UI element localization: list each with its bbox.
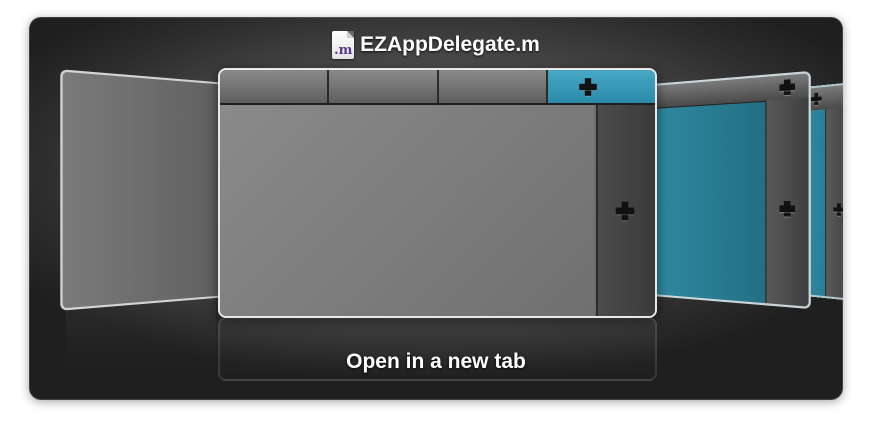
file-icon-ext: .m [334, 43, 353, 58]
preview-sidebar [596, 105, 655, 316]
option-open-in-assistant[interactable] [652, 70, 811, 310]
option-open-in-new-tab[interactable] [218, 68, 657, 318]
option-open-in-new-window[interactable] [60, 69, 240, 311]
option-caption: Open in a new tab [346, 350, 526, 373]
plus-icon [780, 79, 795, 96]
preview-tab [220, 70, 330, 103]
preview-editor-area [220, 105, 594, 316]
far-right-tabbar [805, 81, 843, 111]
plus-icon [578, 78, 597, 96]
preview-tab [438, 70, 548, 103]
far-right-sidebar [825, 107, 843, 299]
plus-icon [615, 201, 635, 221]
objc-source-file-icon: .m [332, 31, 355, 59]
preview-tabbar [220, 70, 655, 105]
tab-switcher-panel: .m EZAppDelegate.m Open in a new tab [29, 17, 843, 400]
plus-icon [811, 92, 822, 105]
side-right-sidebar [765, 98, 809, 307]
file-header: .m EZAppDelegate.m [29, 29, 843, 61]
plus-icon [780, 201, 795, 217]
preview-tab [329, 70, 439, 103]
preview-tab-new [547, 70, 655, 103]
file-name: EZAppDelegate.m [360, 33, 540, 56]
plus-icon [833, 203, 843, 216]
